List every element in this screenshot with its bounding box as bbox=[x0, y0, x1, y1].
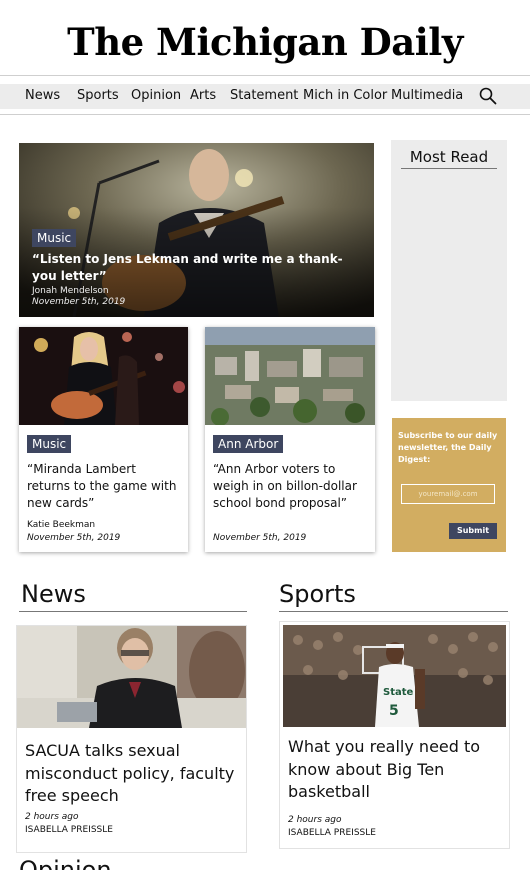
most-read-title: Most Read bbox=[409, 148, 489, 166]
article-card[interactable]: SACUA talks sexual misconduct policy, fa… bbox=[16, 625, 247, 853]
hero-author: Jonah Mendelson bbox=[32, 286, 109, 296]
section-title-news[interactable]: News bbox=[21, 580, 86, 608]
card-date: November 5th, 2019 bbox=[213, 533, 307, 543]
divider bbox=[401, 168, 497, 169]
divider bbox=[279, 611, 508, 612]
masthead: The Michigan Daily bbox=[0, 0, 530, 76]
nav-item-mich-in-color[interactable]: Mich in Color bbox=[303, 88, 387, 103]
nav-item-sports[interactable]: Sports bbox=[77, 88, 119, 103]
search-icon[interactable] bbox=[479, 87, 497, 105]
card-headline[interactable]: SACUA talks sexual misconduct policy, fa… bbox=[25, 740, 240, 808]
hero-date: November 5th, 2019 bbox=[32, 297, 126, 307]
nav-item-multimedia[interactable]: Multimedia bbox=[391, 88, 463, 103]
article-card[interactable]: Music “Miranda Lambert returns to the ga… bbox=[19, 327, 188, 552]
card-image bbox=[17, 626, 246, 728]
hero-headline[interactable]: “Listen to Jens Lekman and write me a th… bbox=[32, 251, 352, 285]
newsletter-text: Subscribe to our daily newsletter, the D… bbox=[398, 431, 498, 464]
divider bbox=[0, 114, 530, 115]
card-image bbox=[205, 327, 375, 425]
category-tag[interactable]: Music bbox=[27, 435, 72, 453]
svg-text:State: State bbox=[383, 687, 414, 698]
article-card[interactable]: State 5 What you really need to know abo… bbox=[279, 621, 510, 849]
nav-item-arts[interactable]: Arts bbox=[190, 88, 216, 103]
card-headline[interactable]: “Miranda Lambert returns to the game wit… bbox=[27, 461, 182, 512]
section-title-opinion[interactable]: Opinion bbox=[19, 856, 112, 870]
nav-item-statement[interactable]: Statement bbox=[230, 88, 298, 103]
newsletter-signup: Subscribe to our daily newsletter, the D… bbox=[392, 418, 506, 552]
article-card[interactable]: Ann Arbor “Ann Arbor voters to weigh in … bbox=[205, 327, 375, 552]
card-date: November 5th, 2019 bbox=[27, 533, 121, 543]
email-field[interactable] bbox=[401, 484, 495, 504]
site-logo[interactable]: The Michigan Daily bbox=[0, 20, 530, 64]
most-read-panel: Most Read bbox=[391, 140, 507, 401]
card-author: ISABELLA PREISSLE bbox=[288, 828, 376, 838]
category-tag[interactable]: Music bbox=[32, 229, 77, 247]
card-time: 2 hours ago bbox=[25, 812, 79, 822]
card-headline[interactable]: What you really need to know about Big T… bbox=[288, 736, 503, 804]
main-nav: News Sports Opinion Arts Statement Mich … bbox=[0, 84, 530, 109]
nav-item-opinion[interactable]: Opinion bbox=[131, 88, 181, 103]
card-author: Katie Beekman bbox=[27, 520, 96, 530]
hero-article[interactable]: Music “Listen to Jens Lekman and write m… bbox=[19, 143, 374, 317]
nav-item-news[interactable]: News bbox=[25, 88, 60, 103]
divider bbox=[19, 611, 247, 612]
divider bbox=[0, 75, 530, 76]
submit-button[interactable]: Submit bbox=[449, 523, 497, 539]
section-title-sports[interactable]: Sports bbox=[279, 580, 356, 608]
card-time: 2 hours ago bbox=[288, 815, 342, 825]
card-author: ISABELLA PREISSLE bbox=[25, 825, 113, 835]
svg-text:5: 5 bbox=[389, 703, 399, 719]
card-image bbox=[19, 327, 188, 425]
card-headline[interactable]: “Ann Arbor voters to weigh in on billon-… bbox=[213, 461, 368, 512]
category-tag[interactable]: Ann Arbor bbox=[213, 435, 284, 453]
card-image: State 5 bbox=[283, 625, 506, 727]
